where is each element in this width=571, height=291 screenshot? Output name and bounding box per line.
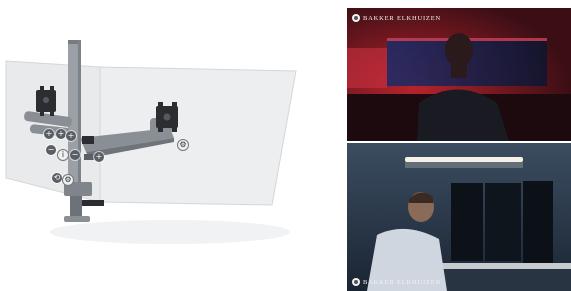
add-left-button[interactable]: + [44,129,54,139]
remove-left-button[interactable]: − [46,145,56,155]
add-left-button-2[interactable]: + [56,129,66,139]
minus-icon: − [47,145,55,154]
brand-mark-icon [352,14,360,22]
info-icon: i [61,150,65,159]
height-settings-button[interactable]: ⚙ [63,175,73,185]
brand-logo-top: BAKKER ELKHUIZEN [352,14,441,22]
rotate-icon: ⟲ [53,173,61,182]
product-viewer[interactable]: + + + − i − + ⚙ ⟲ ⚙ [0,0,340,291]
plus-icon: + [95,152,103,161]
photo-red-scene [347,8,571,141]
info-button[interactable]: i [58,150,68,160]
minus-icon: − [71,150,79,159]
brand-mark-icon [352,278,360,286]
brand-name: BAKKER ELKHUIZEN [363,278,441,286]
add-center-button[interactable]: + [66,131,76,141]
photo-office-scene [347,143,571,291]
brand-logo-bottom: BAKKER ELKHUIZEN [352,278,441,286]
lifestyle-photo-red: BAKKER ELKHUIZEN [347,8,571,141]
right-settings-button[interactable]: ⚙ [178,140,188,150]
gear-icon: ⚙ [64,175,72,184]
add-arm-button[interactable]: + [94,152,104,162]
brand-name: BAKKER ELKHUIZEN [363,14,441,22]
plus-icon: + [67,131,75,140]
rotate-button[interactable]: ⟲ [52,173,62,183]
gear-icon: ⚙ [179,140,187,149]
left-vesa-bracket [36,86,56,116]
right-vesa-bracket [156,102,178,132]
lifestyle-photo-office: BAKKER ELKHUIZEN [347,143,571,291]
remove-center-button[interactable]: − [70,150,80,160]
plus-icon: + [57,129,65,138]
page: + + + − i − + ⚙ ⟲ ⚙ BAKKER ELKHUIZEN BAK… [0,0,571,291]
plus-icon: + [45,129,53,138]
